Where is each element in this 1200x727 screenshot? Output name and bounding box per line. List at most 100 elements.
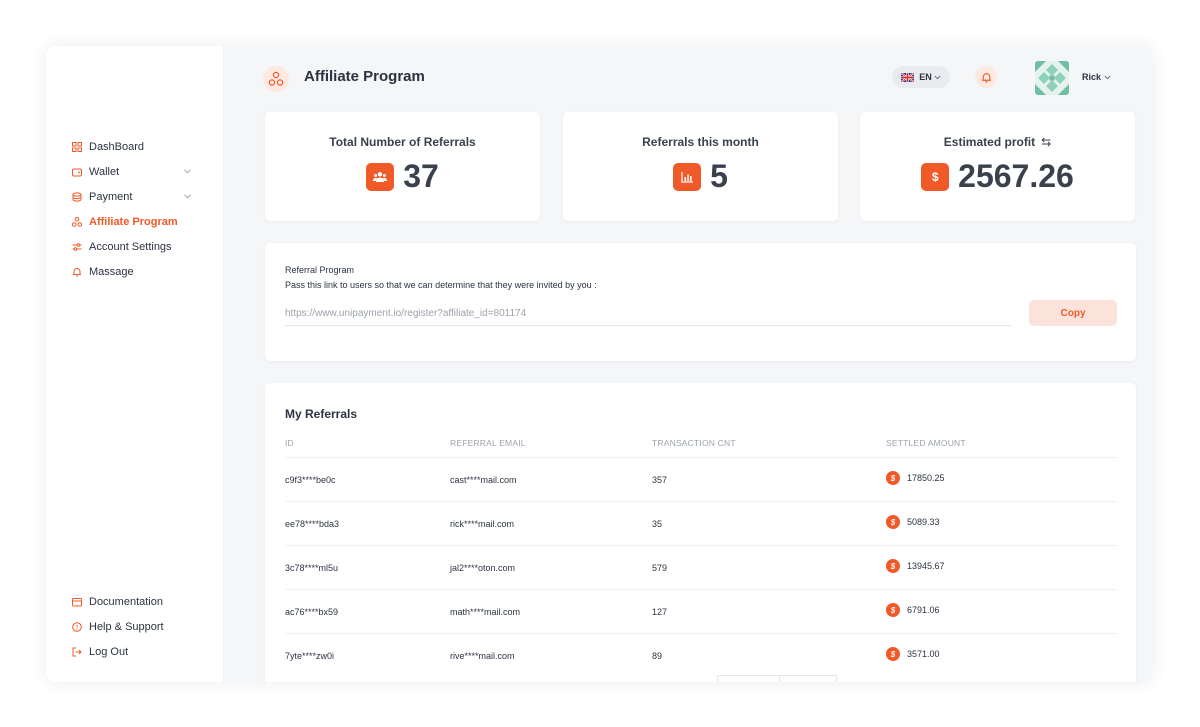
main-content: Affiliate Program EN Rick Total Number o…: [223, 46, 1152, 682]
payment-icon: [72, 191, 82, 202]
sidebar-item-help-support[interactable]: ? Help & Support: [46, 614, 223, 639]
sidebar-item-label: Massage: [89, 265, 134, 278]
table-row[interactable]: 3c78****ml5u jal2****oton.com 579 $13945…: [285, 545, 1117, 589]
stat-value: 5: [710, 158, 728, 194]
stat-title: Total Number of Referrals: [329, 135, 476, 149]
sidebar-item-label: Account Settings: [89, 240, 172, 253]
user-menu[interactable]: Rick: [1082, 72, 1111, 82]
sidebar-item-label: Log Out: [89, 645, 129, 658]
referral-program-card: Referral Program Pass this link to users…: [265, 243, 1136, 361]
referral-id: 3c78****ml5u: [285, 563, 339, 573]
column-header-transaction-cnt: TRANSACTION CNT: [652, 438, 736, 448]
sidebar-item-label: Help & Support: [89, 620, 164, 633]
dollar-coin-icon: $: [886, 603, 900, 617]
table-row[interactable]: ac76****bx59 math****mail.com 127 $6791.…: [285, 589, 1117, 633]
dollar-coin-icon: $: [886, 515, 900, 529]
chevron-down-icon[interactable]: [181, 194, 193, 199]
settled-amount: $17850.25: [886, 471, 945, 485]
sidebar: DashBoard Wallet Payment Affiliate Progr…: [46, 46, 223, 682]
stat-title: Referrals this month: [642, 135, 759, 149]
sidebar-item-massage[interactable]: Massage: [46, 259, 223, 284]
sidebar-item-payment[interactable]: Payment: [46, 184, 223, 209]
referral-id: 7yte****zw0i: [285, 651, 335, 661]
table-row[interactable]: ee78****bda3 rick****mail.com 35 $5089.3…: [285, 501, 1117, 545]
page-title: Affiliate Program: [304, 68, 425, 85]
bar-chart-icon: [673, 162, 702, 191]
transaction-count: 35: [652, 519, 663, 529]
sidebar-item-label: Wallet: [89, 165, 120, 178]
settled-amount: $13945.67: [886, 559, 945, 573]
section-title: My Referrals: [285, 407, 358, 421]
column-header-settled-amount: SETTLED AMOUNT: [886, 438, 966, 448]
settled-amount: $6791.06: [886, 603, 940, 617]
sidebar-item-affiliate-program[interactable]: Affiliate Program: [46, 209, 223, 234]
referral-email: rick****mail.com: [450, 519, 515, 529]
affiliate-icon: [263, 66, 289, 92]
document-icon: [72, 597, 82, 607]
my-referrals-card: My Referrals ID REFERRAL EMAIL TRANSACTI…: [265, 383, 1136, 682]
help-icon: ?: [72, 621, 82, 632]
column-header-id: ID: [285, 438, 294, 448]
sidebar-item-label: DashBoard: [89, 140, 145, 153]
logout-icon: [72, 647, 82, 657]
sidebar-nav: DashBoard Wallet Payment Affiliate Progr…: [46, 134, 223, 284]
notification-bell-icon[interactable]: [975, 66, 997, 88]
stat-title: Estimated profit ⇆: [860, 135, 1135, 149]
stat-card-estimated-profit: Estimated profit ⇆ $ 2567.26: [860, 112, 1135, 221]
referral-link-field[interactable]: [285, 302, 1011, 326]
transaction-count: 357: [652, 475, 668, 485]
stat-card-referrals-month: Referrals this month 5: [563, 112, 838, 221]
referral-id: c9f3****be0c: [285, 475, 336, 485]
wallet-icon: [72, 167, 82, 177]
stat-value: 2567.26: [958, 158, 1074, 194]
avatar[interactable]: [1035, 61, 1069, 95]
sidebar-item-label: Documentation: [89, 595, 163, 608]
chevron-down-icon[interactable]: [181, 169, 193, 174]
settled-amount: $3571.00: [886, 647, 940, 661]
pagination[interactable]: [717, 675, 837, 682]
table-row[interactable]: c9f3****be0c cast****mail.com 357 $17850…: [285, 457, 1117, 501]
sidebar-item-documentation[interactable]: Documentation: [46, 589, 223, 614]
top-bar: Affiliate Program EN Rick: [223, 46, 1152, 110]
stat-value: 37: [403, 158, 439, 194]
sidebar-item-label: Affiliate Program: [89, 215, 178, 228]
grid-icon: [72, 141, 82, 152]
transaction-count: 579: [652, 563, 668, 573]
dollar-coin-icon: $: [886, 471, 900, 485]
settled-amount: $5089.33: [886, 515, 940, 529]
chevron-down-icon: [934, 75, 941, 79]
referral-email: rive****mail.com: [450, 651, 515, 661]
dollar-coin-icon: $: [886, 559, 900, 573]
referral-title: Referral Program: [285, 265, 355, 275]
referral-id: ee78****bda3: [285, 519, 340, 529]
sidebar-item-wallet[interactable]: Wallet: [46, 159, 223, 184]
transaction-count: 127: [652, 607, 668, 617]
bell-icon: [72, 267, 82, 277]
user-name: Rick: [1082, 72, 1102, 82]
language-selector[interactable]: EN: [892, 66, 950, 88]
table-header: ID REFERRAL EMAIL TRANSACTION CNT SETTLE…: [285, 438, 1117, 456]
sidebar-bottom-nav: Documentation ? Help & Support Log Out: [46, 589, 223, 664]
stat-card-total-referrals: Total Number of Referrals 37: [265, 112, 540, 221]
dollar-coin-icon: $: [886, 647, 900, 661]
referral-email: math****mail.com: [450, 607, 521, 617]
sidebar-item-dashboard[interactable]: DashBoard: [46, 134, 223, 159]
referral-email: cast****mail.com: [450, 475, 517, 485]
sidebar-item-account-settings[interactable]: Account Settings: [46, 234, 223, 259]
referral-description: Pass this link to users so that we can d…: [285, 280, 597, 290]
sidebar-item-label: Payment: [89, 190, 133, 203]
sidebar-item-log-out[interactable]: Log Out: [46, 639, 223, 664]
transaction-count: 89: [652, 651, 663, 661]
table-row[interactable]: 7yte****zw0i rive****mail.com 89 $3571.0…: [285, 633, 1117, 677]
dollar-icon: $: [921, 162, 950, 191]
chevron-down-icon: [1104, 75, 1111, 79]
svg-text:?: ?: [75, 623, 78, 631]
column-header-email: REFERRAL EMAIL: [450, 438, 526, 448]
app-window: DashBoard Wallet Payment Affiliate Progr…: [46, 46, 1152, 682]
swap-icon[interactable]: ⇆: [1041, 135, 1051, 149]
stat-title-label: Estimated profit: [943, 135, 1036, 149]
uk-flag-icon: [901, 72, 915, 82]
referral-id: ac76****bx59: [285, 607, 339, 617]
referral-email: jal2****oton.com: [450, 563, 516, 573]
copy-button[interactable]: Copy: [1029, 300, 1117, 326]
